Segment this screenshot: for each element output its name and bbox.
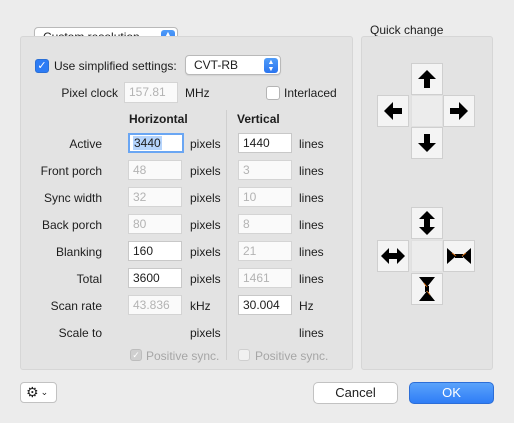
h-unit: pixels — [190, 191, 221, 205]
row-label: Total — [76, 272, 102, 286]
h-total-field[interactable]: 3600 — [128, 268, 182, 288]
v-back-porch-field[interactable]: 8 — [238, 214, 292, 234]
v-scan-rate-field[interactable]: 30.004 — [238, 295, 292, 315]
cancel-button[interactable]: Cancel — [313, 382, 398, 404]
resize-center-button — [411, 240, 443, 272]
row-label: Front porch — [40, 164, 102, 178]
h-front-porch-field[interactable]: 48 — [128, 160, 182, 180]
v-active-field[interactable]: 1440 — [238, 133, 292, 153]
v-unit: lines — [299, 218, 324, 232]
v-blanking-field[interactable]: 21 — [238, 241, 292, 261]
simplified-label: Use simplified settings: — [54, 59, 177, 73]
move-down-button[interactable] — [411, 127, 443, 159]
move-right-button[interactable] — [443, 95, 475, 127]
h-sync-width-field[interactable]: 32 — [128, 187, 182, 207]
v-total-field[interactable]: 1461 — [238, 268, 292, 288]
stretch-horizontal-button[interactable] — [377, 240, 409, 272]
h-unit: pixels — [190, 137, 221, 151]
arrow-up-icon — [418, 70, 436, 88]
move-left-button[interactable] — [377, 95, 409, 127]
v-positive-sync-label: Positive sync. — [255, 349, 329, 363]
row-label: Active — [69, 137, 102, 151]
shrink-vertical-button[interactable] — [411, 273, 443, 305]
h-positive-sync-checkbox[interactable]: ✓ — [130, 349, 142, 361]
v-unit: lines — [299, 245, 324, 259]
v-unit: lines — [299, 191, 324, 205]
v-sync-width-field[interactable]: 10 — [238, 187, 292, 207]
settings-menu-button[interactable]: ⚙ ⌄ — [20, 382, 57, 403]
simplified-checkbox[interactable]: ✓ — [35, 59, 49, 73]
v-unit: lines — [299, 164, 324, 178]
interlaced-checkbox[interactable] — [266, 86, 280, 100]
arrow-down-icon — [418, 134, 436, 152]
pixel-clock-label: Pixel clock — [61, 86, 118, 100]
v-unit: lines — [299, 326, 324, 340]
row-label: Blanking — [55, 245, 102, 259]
expand-horizontal-icon — [381, 248, 405, 264]
v-positive-sync-checkbox[interactable] — [238, 349, 250, 361]
row-label: Back porch — [41, 218, 102, 232]
column-divider — [226, 110, 227, 360]
arrow-right-icon — [450, 102, 468, 120]
h-unit: kHz — [190, 299, 211, 313]
h-unit: pixels — [190, 245, 221, 259]
compress-horizontal-icon — [447, 248, 471, 264]
chevron-down-icon: ⌄ — [40, 387, 49, 397]
v-unit: lines — [299, 137, 324, 151]
h-scan-rate-field[interactable]: 43.836 — [128, 295, 182, 315]
h-unit: pixels — [190, 218, 221, 232]
horizontal-header: Horizontal — [129, 112, 188, 126]
v-unit: lines — [299, 272, 324, 286]
move-center-button — [411, 95, 443, 127]
quick-change-title: Quick change — [370, 23, 444, 37]
shrink-horizontal-button[interactable] — [443, 240, 475, 272]
interlaced-label: Interlaced — [284, 86, 337, 100]
row-label: Sync width — [43, 191, 102, 205]
compress-vertical-icon — [419, 277, 435, 301]
gear-icon: ⚙ — [26, 384, 39, 400]
h-unit: pixels — [190, 272, 221, 286]
h-positive-sync-label: Positive sync. — [146, 349, 220, 363]
row-label: Scan rate — [50, 299, 102, 313]
expand-vertical-icon — [419, 211, 435, 235]
h-back-porch-field[interactable]: 80 — [128, 214, 182, 234]
vertical-header: Vertical — [237, 112, 280, 126]
v-front-porch-field[interactable]: 3 — [238, 160, 292, 180]
arrow-left-icon — [384, 102, 402, 120]
h-blanking-field[interactable]: 160 — [128, 241, 182, 261]
h-unit: pixels — [190, 164, 221, 178]
h-active-value: 3440 — [133, 136, 162, 150]
h-unit: pixels — [190, 326, 221, 340]
h-active-field[interactable]: 3440 — [128, 133, 184, 153]
mode-popup-value: CVT-RB — [194, 58, 239, 72]
stretch-vertical-button[interactable] — [411, 207, 443, 239]
popup-stepper-icon: ▲▼ — [264, 58, 278, 73]
pixel-clock-field[interactable]: 157.81 — [124, 82, 178, 103]
move-up-button[interactable] — [411, 63, 443, 95]
mode-popup[interactable]: CVT-RB ▲ ▼ — [185, 55, 281, 75]
pixel-clock-unit: MHz — [185, 86, 210, 100]
row-label: Scale to — [58, 326, 102, 340]
v-unit: Hz — [299, 299, 314, 313]
ok-button[interactable]: OK — [409, 382, 494, 404]
